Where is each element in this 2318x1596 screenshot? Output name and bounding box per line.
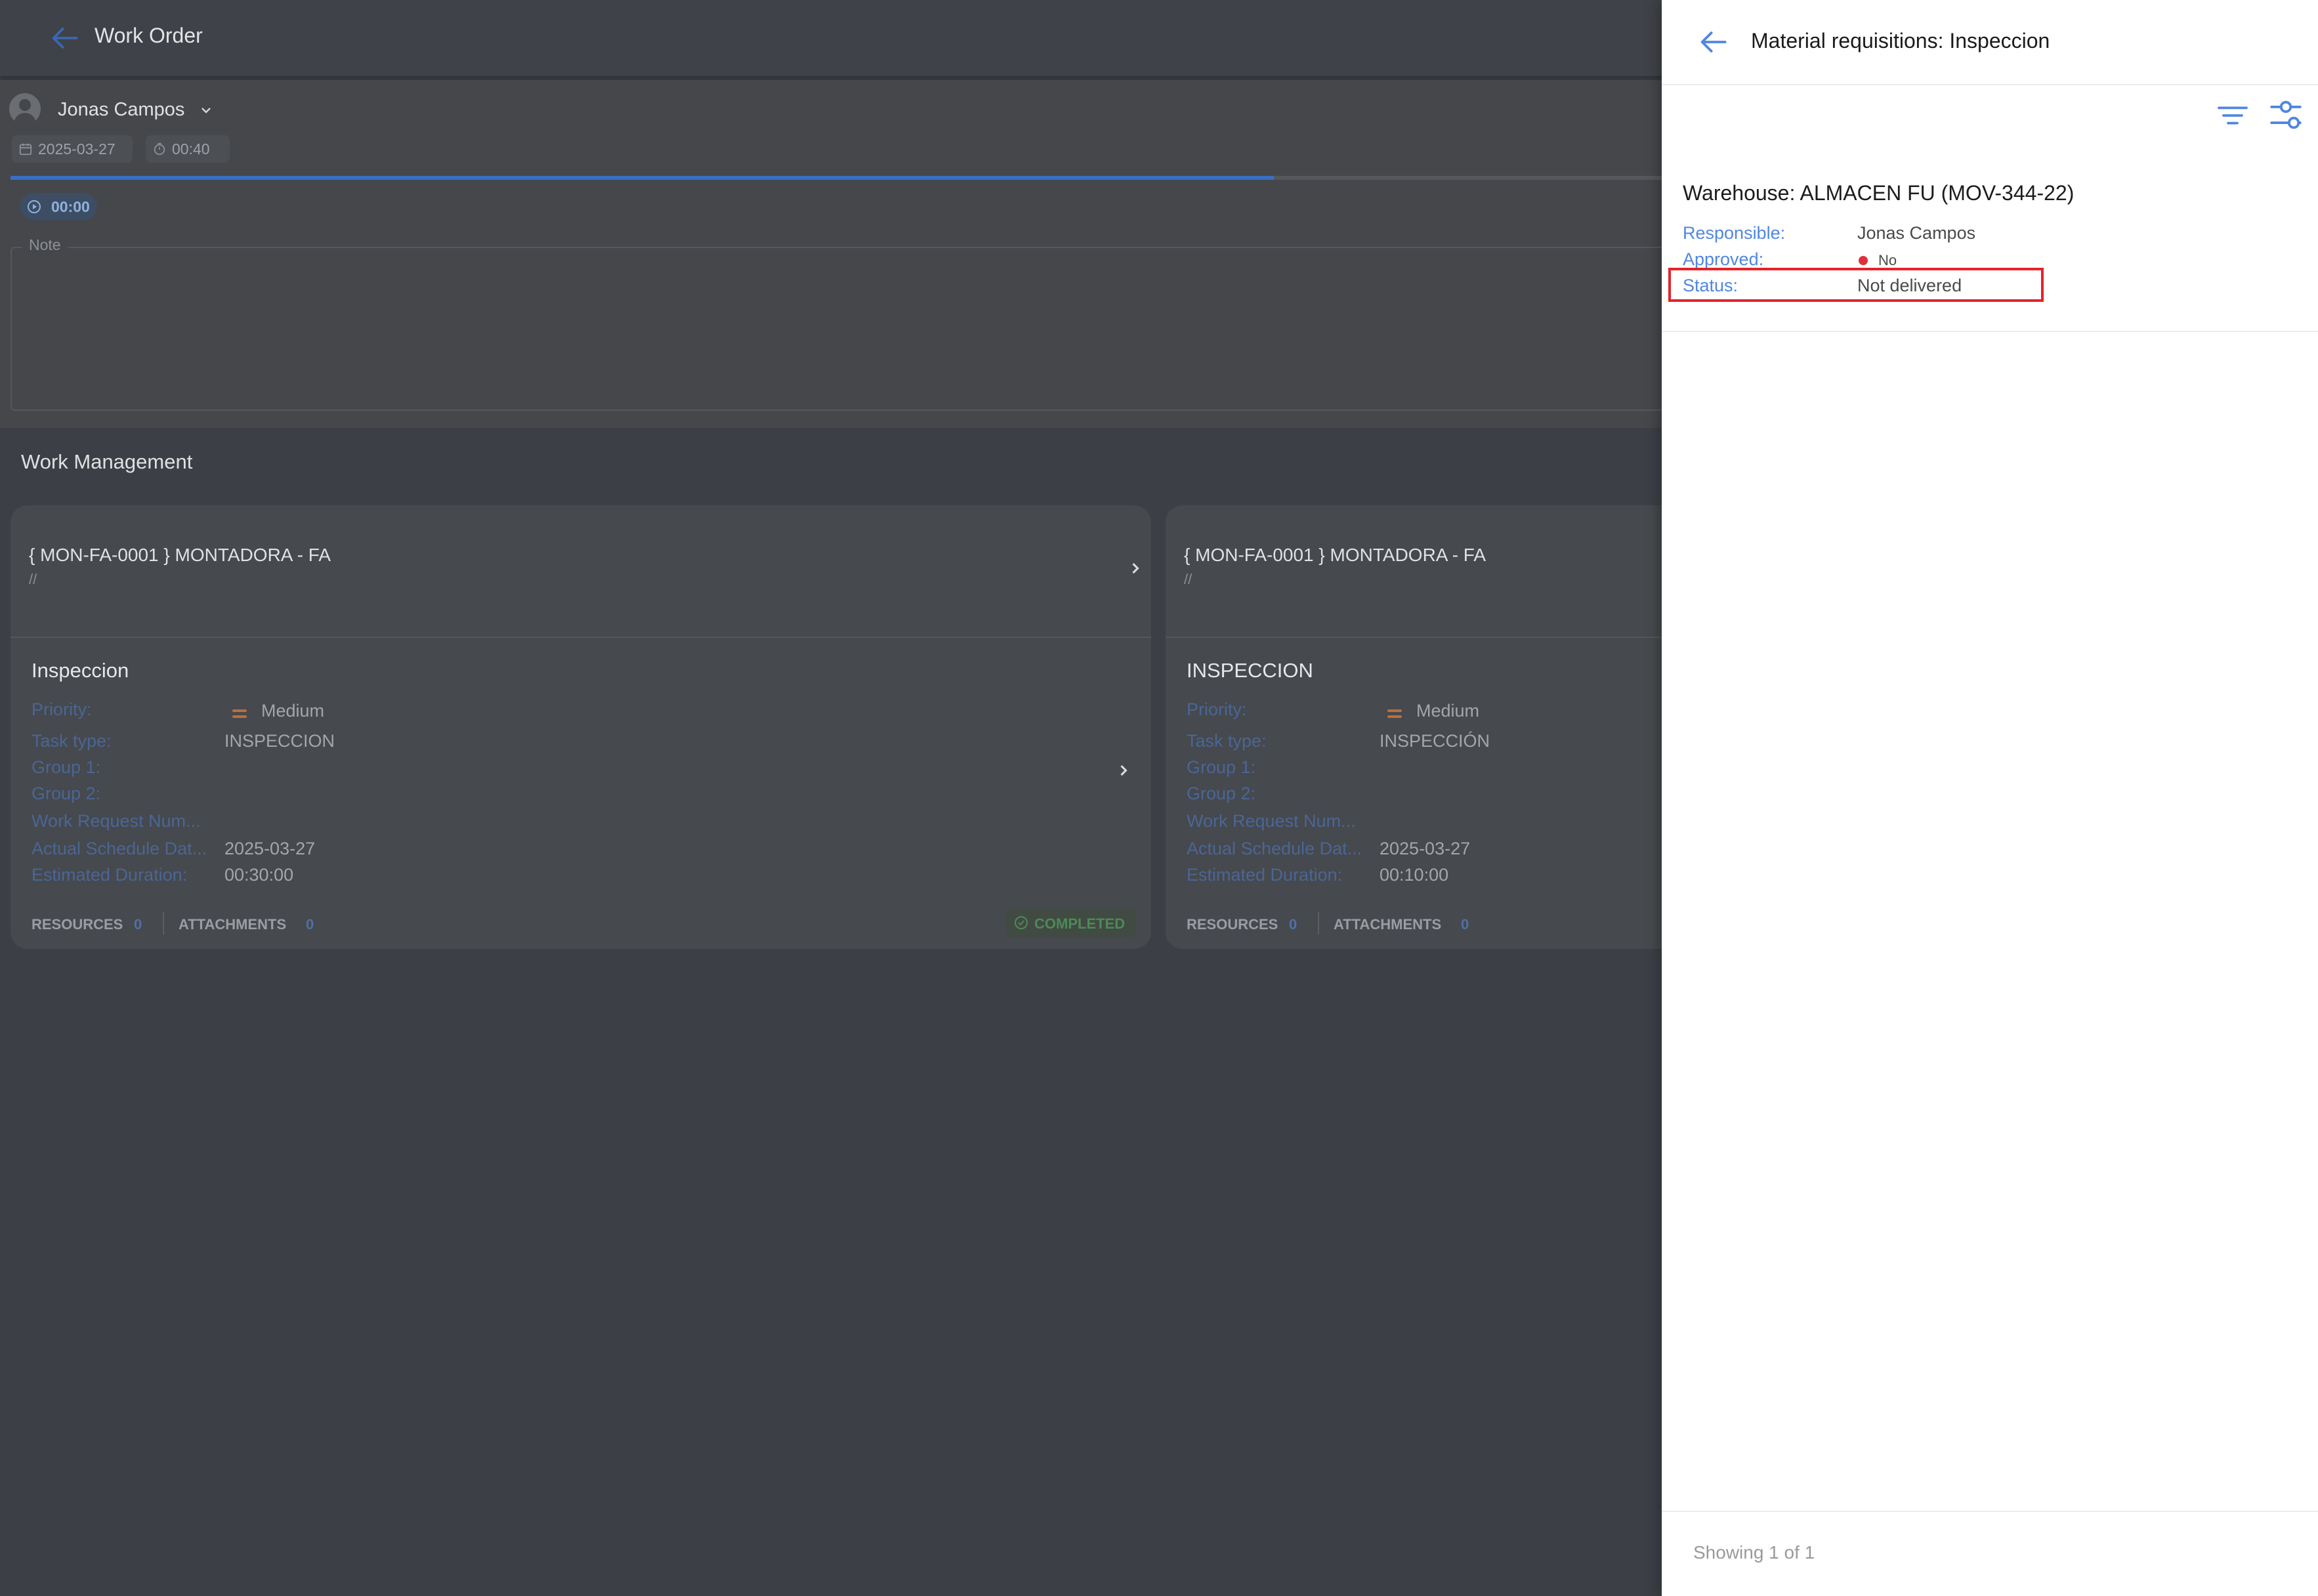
attachments-count: 0 bbox=[1461, 916, 1469, 933]
task-asset-header: { MON-FA-0001 } MONTADORA - FA bbox=[29, 545, 331, 565]
actual-schedule-value: 2025-03-27 bbox=[1380, 839, 1471, 858]
status-badge: COMPLETED bbox=[1005, 908, 1137, 937]
work-request-label: Work Request Num... bbox=[32, 811, 201, 831]
stopwatch-icon bbox=[154, 142, 165, 156]
task-asset-header: { MON-FA-0001 } MONTADORA - FA bbox=[1184, 545, 1486, 565]
estimated-duration-label: Estimated Duration: bbox=[32, 865, 188, 885]
task-asset-subheader: // bbox=[29, 571, 37, 587]
group2-label: Group 2: bbox=[32, 784, 101, 803]
priority-label: Priority: bbox=[1187, 700, 1247, 719]
timer-chip[interactable]: 00:00 bbox=[20, 193, 97, 220]
divider bbox=[1662, 1511, 2318, 1512]
drawer-header: Material requisitions: Inspeccion bbox=[1662, 0, 2318, 85]
priority-medium-icon bbox=[232, 707, 247, 721]
resources-count: 0 bbox=[1289, 916, 1297, 933]
status-text: COMPLETED bbox=[1034, 915, 1126, 932]
note-label: Note bbox=[22, 236, 68, 254]
priority-medium-icon bbox=[1387, 707, 1402, 721]
section-title: Work Management bbox=[21, 450, 193, 473]
responsible-label: Responsible: bbox=[1683, 223, 1786, 243]
approved-value: No bbox=[1878, 252, 1897, 268]
approved-label: Approved: bbox=[1683, 249, 1764, 269]
task-title: Inspeccion bbox=[32, 659, 129, 682]
divider bbox=[163, 912, 164, 934]
attachments-count: 0 bbox=[306, 916, 314, 933]
attachments-tab[interactable]: ATTACHMENTS bbox=[179, 916, 286, 933]
divider bbox=[11, 637, 1151, 638]
back-arrow-icon[interactable] bbox=[1695, 24, 1731, 60]
task-type-label: Task type: bbox=[1187, 731, 1267, 751]
priority-value: Medium bbox=[1416, 701, 1480, 721]
not-approved-dot-icon bbox=[1859, 256, 1868, 265]
task-type-value: INSPECCION bbox=[224, 731, 335, 751]
drawer-title: Material requisitions: Inspeccion bbox=[1751, 29, 2050, 52]
priority-label: Priority: bbox=[32, 700, 92, 719]
assigned-user-name[interactable]: Jonas Campos bbox=[58, 99, 184, 121]
estimated-duration-value: 00:30:00 bbox=[224, 865, 294, 885]
resources-tab[interactable]: RESOURCES bbox=[1187, 916, 1278, 933]
group1-label: Group 1: bbox=[1187, 757, 1256, 777]
status-highlight-box bbox=[1668, 268, 2044, 302]
divider bbox=[1318, 912, 1319, 934]
actual-schedule-label: Actual Schedule Dat... bbox=[1187, 839, 1362, 858]
group1-label: Group 1: bbox=[32, 757, 101, 777]
priority-value: Medium bbox=[261, 701, 325, 721]
tune-icon[interactable] bbox=[2267, 96, 2305, 134]
time-chip: 00:40 bbox=[146, 135, 230, 163]
warehouse-title: Warehouse: ALMACEN FU (MOV-344-22) bbox=[1683, 181, 2075, 205]
resources-count: 0 bbox=[134, 916, 142, 933]
timer-value: 00:00 bbox=[51, 198, 90, 215]
attachments-tab[interactable]: ATTACHMENTS bbox=[1334, 916, 1441, 933]
progress-fill bbox=[11, 176, 1274, 180]
chevron-right-icon[interactable] bbox=[1114, 761, 1133, 780]
calendar-icon bbox=[19, 143, 32, 156]
divider bbox=[1662, 331, 2318, 332]
back-arrow-icon[interactable] bbox=[46, 20, 83, 56]
responsible-value: Jonas Campos bbox=[1857, 223, 1976, 243]
date-chip: 2025-03-27 bbox=[12, 135, 133, 163]
group2-label: Group 2: bbox=[1187, 784, 1256, 803]
filter-icon[interactable] bbox=[2214, 97, 2251, 134]
date-value: 2025-03-27 bbox=[38, 140, 116, 158]
actual-schedule-label: Actual Schedule Dat... bbox=[32, 839, 207, 858]
task-type-label: Task type: bbox=[32, 731, 112, 751]
task-card[interactable]: { MON-FA-0001 } MONTADORA - FA // Inspec… bbox=[11, 505, 1151, 949]
task-asset-subheader: // bbox=[1184, 571, 1192, 587]
chevron-down-icon[interactable] bbox=[198, 102, 214, 118]
check-circle-icon bbox=[1015, 916, 1028, 929]
work-request-label: Work Request Num... bbox=[1187, 811, 1356, 831]
task-title: INSPECCION bbox=[1187, 659, 1313, 682]
actual-schedule-value: 2025-03-27 bbox=[224, 839, 316, 858]
pagination-summary: Showing 1 of 1 bbox=[1693, 1542, 1815, 1563]
page-title: Work Order bbox=[95, 24, 203, 47]
resources-tab[interactable]: RESOURCES bbox=[32, 916, 123, 933]
avatar bbox=[9, 93, 41, 125]
chevron-right-icon[interactable] bbox=[1126, 559, 1145, 578]
material-requisitions-drawer: Material requisitions: Inspeccion Wareho… bbox=[1662, 0, 2318, 1596]
play-circle-icon bbox=[28, 200, 41, 213]
time-value: 00:40 bbox=[172, 140, 210, 158]
estimated-duration-value: 00:10:00 bbox=[1380, 865, 1449, 885]
estimated-duration-label: Estimated Duration: bbox=[1187, 865, 1343, 885]
task-type-value: INSPECCIÓN bbox=[1380, 731, 1490, 751]
